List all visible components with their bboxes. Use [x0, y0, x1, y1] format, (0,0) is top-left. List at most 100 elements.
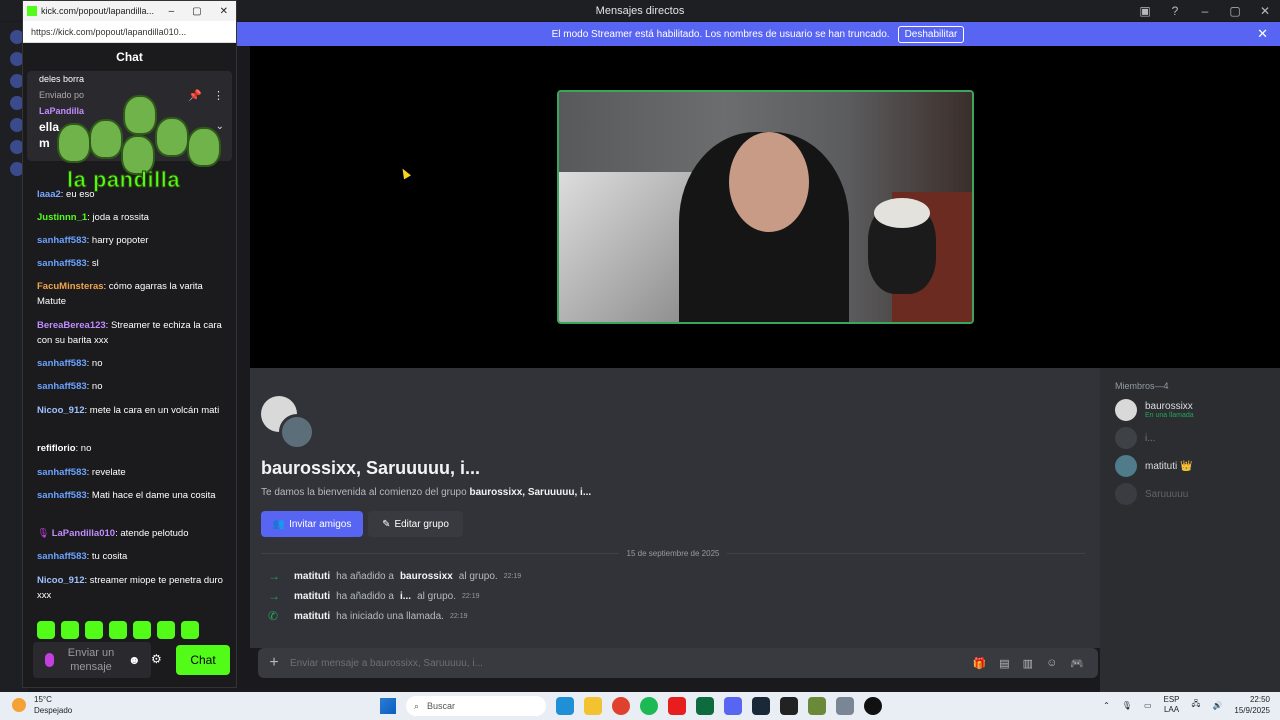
- emote-icon[interactable]: [85, 621, 103, 639]
- minecraft-icon[interactable]: [808, 697, 826, 715]
- system-tray: ⌃ 🎙 ▭ ESP LAA 🖧 🔊 22:50 15/9/2025: [1103, 694, 1270, 716]
- kick-url-bar[interactable]: https://kick.com/popout/lapandilla010...: [23, 21, 236, 43]
- close-icon[interactable]: ✕: [1250, 4, 1280, 18]
- emote-icon[interactable]: [37, 621, 55, 639]
- close-banner-icon[interactable]: ✕: [1257, 26, 1268, 42]
- chat-message: sanhaff583: sl: [37, 258, 99, 269]
- chat-message: Nicoo_912: mete la cara en un volcán mat…: [37, 405, 220, 416]
- chevron-up-icon[interactable]: ⌃: [1103, 701, 1110, 710]
- invite-friends-button[interactable]: 👥 Invitar amigos: [261, 511, 363, 537]
- group-avatar: [279, 414, 315, 450]
- volume-icon[interactable]: 🔊: [1212, 701, 1222, 710]
- chrome-icon[interactable]: [612, 697, 630, 715]
- edit-group-button[interactable]: ✎ Editar grupo: [368, 511, 463, 537]
- mic-badge-icon: 🎙: [37, 528, 52, 539]
- screen-icon[interactable]: ▭: [1144, 701, 1152, 710]
- chat-message: sanhaff583: tu cosita: [37, 551, 128, 562]
- network-icon[interactable]: 🖧: [1192, 698, 1201, 712]
- system-message: → matituti ha añadido a baurossixx al grupo…: [268, 569, 522, 583]
- add-user-icon: 👥: [272, 518, 286, 530]
- kick-send-chat-button[interactable]: Chat: [176, 645, 230, 675]
- member-item[interactable]: baurossixx En una llamada: [1115, 399, 1194, 421]
- settings-gear-icon[interactable]: ⚙: [151, 652, 162, 666]
- avatar: [1115, 455, 1137, 477]
- plus-icon[interactable]: +: [258, 654, 290, 672]
- member-item[interactable]: Saruuuuu: [1115, 483, 1188, 505]
- search-icon: ⌕: [414, 700, 420, 711]
- system-message: ✆ matituti ha iniciado una llamada. 22:19: [268, 609, 468, 623]
- banner-text: El modo Streamer está habilitado. Los no…: [551, 28, 890, 40]
- kick-chat-input[interactable]: Enviar un mensaje ☻: [33, 642, 151, 678]
- chat-message: refiflorio: no: [37, 443, 92, 454]
- chat-message: 🎙 LaPandilla010: atende pelotudo: [37, 528, 189, 539]
- avatar: [1115, 483, 1137, 505]
- pencil-icon: ✎: [382, 518, 391, 530]
- spotify-icon[interactable]: [640, 697, 658, 715]
- group-title: baurossixx, Saruuuuu, i...: [261, 458, 481, 478]
- emote-icon[interactable]: [133, 621, 151, 639]
- edge-icon[interactable]: [556, 697, 574, 715]
- language-indicator[interactable]: ESP LAA: [1164, 695, 1180, 715]
- emoji-icon[interactable]: ☻: [128, 653, 141, 667]
- start-button[interactable]: [380, 698, 396, 714]
- weather-widget[interactable]: 15°C Despejado: [12, 694, 72, 716]
- chat-message: sanhaff583: revelate: [37, 467, 126, 478]
- help-icon[interactable]: ?: [1160, 4, 1190, 18]
- chat-message: laaa2: eu eso: [37, 189, 95, 200]
- sun-icon: [12, 698, 26, 712]
- close-icon[interactable]: ✕: [220, 6, 228, 17]
- taskbar-search[interactable]: ⌕ Buscar: [406, 696, 546, 716]
- window-title: Mensajes directos: [595, 4, 685, 17]
- arrow-right-icon: →: [268, 589, 280, 603]
- kick-logo-icon: [27, 6, 37, 16]
- chat-message: sanhaff583: no: [37, 381, 103, 392]
- message-input[interactable]: + Enviar mensaje a baurossixx, Saruuuuu,…: [258, 648, 1098, 678]
- emote-icon[interactable]: [109, 621, 127, 639]
- emote-icon[interactable]: [157, 621, 175, 639]
- discord-icon[interactable]: [724, 697, 742, 715]
- avatar: [1115, 399, 1137, 421]
- member-item[interactable]: matituti 👑: [1115, 455, 1192, 477]
- clock[interactable]: 22:50 15/9/2025: [1234, 694, 1270, 716]
- emoji-icon[interactable]: ☺: [1046, 657, 1057, 670]
- maximize-icon[interactable]: ▢: [1220, 4, 1250, 18]
- video-tile[interactable]: [557, 90, 974, 324]
- chat-message: Nicoo_912: streamer miope te penetra dur…: [37, 575, 223, 601]
- member-item[interactable]: i...: [1115, 427, 1156, 449]
- kick-title-bar: kick.com/popout/lapandilla... – ▢ ✕: [23, 1, 236, 21]
- file-explorer-icon[interactable]: [584, 697, 602, 715]
- mic-icon: [45, 653, 54, 667]
- chat-message: sanhaff583: Mati hace el dame una cosita: [37, 490, 216, 501]
- minimize-icon[interactable]: –: [1190, 4, 1220, 18]
- system-message: → matituti ha añadido a i... al grupo. 22:19: [268, 589, 480, 603]
- inbox-icon[interactable]: ▣: [1130, 4, 1160, 18]
- emote-icon[interactable]: [181, 621, 199, 639]
- obs-icon[interactable]: [864, 697, 882, 715]
- epic-games-icon[interactable]: [780, 697, 798, 715]
- phone-icon: ✆: [268, 609, 279, 623]
- youtube-icon[interactable]: [668, 697, 686, 715]
- apps-icon[interactable]: 🎮: [1070, 657, 1084, 670]
- steam-icon[interactable]: [752, 697, 770, 715]
- members-header: Miembros—4: [1115, 381, 1169, 391]
- message-placeholder: Enviar mensaje a baurossixx, Saruuuuu, i…: [290, 657, 483, 669]
- chat-message: BereaBerea123: Streamer te echiza la car…: [37, 320, 222, 346]
- minimize-icon[interactable]: –: [169, 6, 175, 17]
- emote-bar: [37, 621, 199, 639]
- disable-streamer-button[interactable]: Deshabilitar: [897, 25, 965, 43]
- gif-icon[interactable]: ▤: [999, 657, 1009, 670]
- maximize-icon[interactable]: ▢: [192, 6, 201, 17]
- mic-icon[interactable]: 🎙: [1122, 701, 1132, 710]
- emote-icon[interactable]: [61, 621, 79, 639]
- chat-message: sanhaff583: harry popoter: [37, 235, 149, 246]
- gift-icon[interactable]: 🎁: [973, 657, 987, 670]
- chat-message: FacuMinsteras: cómo agarras la varita Ma…: [37, 281, 203, 307]
- kick-popout-window: kick.com/popout/lapandilla... – ▢ ✕ https:…: [22, 0, 237, 688]
- sticker-icon[interactable]: ▥: [1023, 657, 1033, 670]
- arrow-right-icon: →: [268, 569, 280, 583]
- welcome-text: Te damos la bienvenida al comienzo del g…: [261, 487, 592, 498]
- settings-icon[interactable]: [836, 697, 854, 715]
- windows-taskbar: 15°C Despejado ⌕ Buscar ⌃ 🎙 ▭ ESP LAA 🖧 🔊 2…: [0, 692, 1280, 720]
- date-divider: 15 de septiembre de 2025: [261, 548, 1085, 558]
- xbox-icon[interactable]: [696, 697, 714, 715]
